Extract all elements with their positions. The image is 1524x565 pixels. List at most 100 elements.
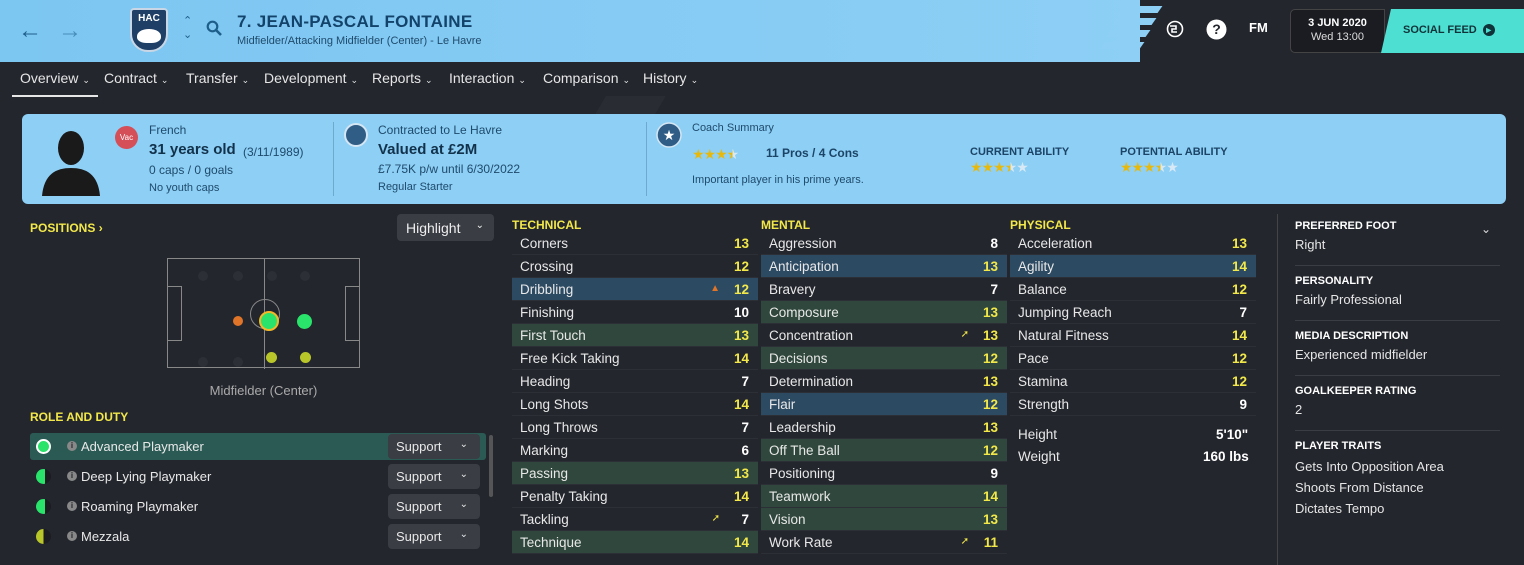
current-time: Wed 13:00: [1310, 31, 1364, 43]
attribute-name: Technique: [520, 535, 582, 550]
chevron-down-icon: ⌄: [241, 75, 250, 85]
attribute-value: 13: [982, 374, 998, 389]
social-feed-button[interactable]: SOCIAL FEED ►: [1381, 9, 1524, 53]
personality-value: Fairly Professional: [1295, 292, 1402, 307]
role-row[interactable]: i Roaming Playmaker Support ⌄: [30, 493, 486, 520]
height-value: 5'10": [1216, 427, 1249, 442]
attribute-row[interactable]: Bravery 7: [761, 278, 1007, 301]
fm-menu-icon[interactable]: FM: [1249, 20, 1268, 35]
attribute-row[interactable]: Marking 6: [512, 439, 758, 462]
duty-dropdown[interactable]: Support ⌄: [388, 464, 480, 489]
help-icon[interactable]: ?: [1206, 19, 1227, 40]
back-arrow-icon[interactable]: ←: [18, 17, 42, 45]
attribute-row[interactable]: First Touch 13: [512, 324, 758, 347]
tab-bar: Overview ⌄ Contract ⌄ Transfer ⌄ Developmen…: [0, 62, 1524, 97]
attribute-row[interactable]: Long Throws 7: [512, 416, 758, 439]
date-box[interactable]: 3 JUN 2020 Wed 13:00: [1290, 9, 1385, 53]
tab-transfer[interactable]: Transfer ⌄: [186, 70, 249, 86]
attribute-value: 12: [1231, 351, 1247, 366]
attribute-row[interactable]: Crossing 12: [512, 255, 758, 278]
pitch-slot: [300, 271, 310, 281]
duty-dropdown[interactable]: Support ⌄: [388, 524, 480, 549]
highlight-dropdown[interactable]: Highlight ⌄: [397, 214, 494, 241]
attribute-row[interactable]: Technique 14: [512, 531, 758, 554]
tab-development[interactable]: Development ⌄: [264, 70, 358, 86]
duty-dropdown[interactable]: Support ⌄: [388, 434, 480, 459]
tab-interaction[interactable]: Interaction ⌄: [449, 70, 526, 86]
tab-contract[interactable]: Contract ⌄: [104, 70, 168, 86]
attribute-row[interactable]: Aggression 8: [761, 232, 1007, 255]
physical-attributes: PHYSICAL Acceleration 13 Agility 14 Balance 1…: [1010, 214, 1256, 416]
attribute-value: 12: [1231, 374, 1247, 389]
club-crest-icon[interactable]: HAC: [130, 8, 168, 52]
attribute-row[interactable]: Decisions 12: [761, 347, 1007, 370]
attribute-row[interactable]: Positioning 9: [761, 462, 1007, 485]
attribute-row[interactable]: Natural Fitness 14: [1010, 324, 1256, 347]
role-suitability-indicator: [36, 499, 51, 514]
attribute-row[interactable]: Tackling ➚ 7: [512, 508, 758, 531]
attribute-row[interactable]: Strength 9: [1010, 393, 1256, 416]
trend-arrow-icon: ▲: [710, 283, 720, 294]
attribute-row[interactable]: Balance 12: [1010, 278, 1256, 301]
divider: [646, 122, 647, 196]
attribute-value: 9: [990, 466, 998, 481]
roles-scrollbar[interactable]: [489, 435, 493, 497]
chevron-down-icon: ⌄: [459, 499, 468, 510]
attribute-value: 14: [982, 489, 998, 504]
attribute-row[interactable]: Passing 13: [512, 462, 758, 485]
attribute-row[interactable]: Anticipation 13: [761, 255, 1007, 278]
attribute-row[interactable]: Teamwork 14: [761, 485, 1007, 508]
player-cycle-updown-icon[interactable]: ⌃ ⌄: [183, 14, 192, 42]
attribute-row[interactable]: Free Kick Taking 14: [512, 347, 758, 370]
attribute-row[interactable]: Work Rate ➚ 11: [761, 531, 1007, 554]
attribute-row[interactable]: Vision 13: [761, 508, 1007, 531]
attribute-row[interactable]: Leadership 13: [761, 416, 1007, 439]
attribute-row[interactable]: Stamina 12: [1010, 370, 1256, 393]
attribute-row[interactable]: Jumping Reach 7: [1010, 301, 1256, 324]
attribute-row[interactable]: Concentration ➚ 13: [761, 324, 1007, 347]
role-row[interactable]: i Deep Lying Playmaker Support ⌄: [30, 463, 486, 490]
attribute-row[interactable]: Agility 14: [1010, 255, 1256, 278]
player-silhouette-avatar: [42, 131, 100, 196]
coach-note: Important player in his prime years.: [692, 174, 864, 186]
info-icon[interactable]: i: [67, 471, 77, 481]
duty-dropdown[interactable]: Support ⌄: [388, 494, 480, 519]
attribute-value: 12: [982, 443, 998, 458]
globe-icon[interactable]: [1166, 20, 1184, 38]
attribute-row[interactable]: Heading 7: [512, 370, 758, 393]
contract-club: Contracted to Le Havre: [378, 123, 503, 137]
tab-comparison[interactable]: Comparison ⌄: [543, 70, 630, 86]
chevron-down-icon[interactable]: ⌄: [1481, 222, 1491, 236]
attribute-row[interactable]: Flair 12: [761, 393, 1007, 416]
attribute-name: Work Rate: [769, 535, 833, 550]
tab-history[interactable]: History ⌄: [643, 70, 698, 86]
attribute-row[interactable]: Corners 13: [512, 232, 758, 255]
info-icon[interactable]: i: [67, 531, 77, 541]
attribute-name: Long Shots: [520, 397, 589, 412]
attribute-row[interactable]: Determination 13: [761, 370, 1007, 393]
attribute-row[interactable]: Acceleration 13: [1010, 232, 1256, 255]
attribute-row[interactable]: Pace 12: [1010, 347, 1256, 370]
chevron-down-icon: ⌄: [622, 75, 631, 85]
attribute-value: 13: [982, 328, 998, 343]
attribute-row[interactable]: Penalty Taking 14: [512, 485, 758, 508]
position-am-competent: [266, 352, 277, 363]
player-traits-block: PLAYER TRAITS Gets Into Opposition Area …: [1295, 440, 1500, 530]
attribute-row[interactable]: Off The Ball 12: [761, 439, 1007, 462]
info-icon[interactable]: i: [67, 501, 77, 511]
attribute-name: Concentration: [769, 328, 854, 343]
role-row[interactable]: i Advanced Playmaker Support ⌄: [30, 433, 486, 460]
attribute-row[interactable]: Finishing 10: [512, 301, 758, 324]
preferred-foot-block: PREFERRED FOOT Right: [1295, 220, 1500, 266]
attribute-row[interactable]: Composure 13: [761, 301, 1007, 324]
role-row[interactable]: i Mezzala Support ⌄: [30, 523, 486, 550]
forward-arrow-icon[interactable]: →: [58, 17, 82, 45]
attribute-row[interactable]: Dribbling ▲ 12: [512, 278, 758, 301]
attribute-row[interactable]: Long Shots 14: [512, 393, 758, 416]
tab-reports[interactable]: Reports ⌄: [372, 70, 433, 86]
info-icon[interactable]: i: [67, 441, 77, 451]
tab-overview[interactable]: Overview ⌄: [12, 70, 98, 97]
pros-cons[interactable]: 11 Pros / 4 Cons: [766, 146, 859, 160]
search-icon[interactable]: [206, 20, 222, 36]
positions-header[interactable]: POSITIONS ›: [30, 221, 103, 235]
